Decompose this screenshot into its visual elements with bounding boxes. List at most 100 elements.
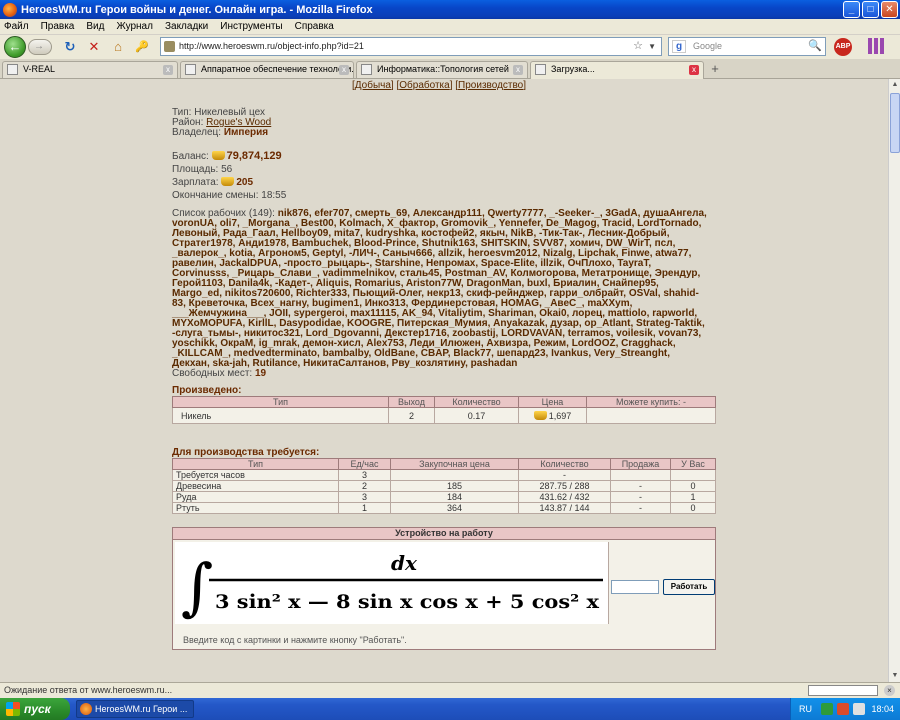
search-icon[interactable]: 🔍 bbox=[808, 38, 822, 55]
tab-close-icon[interactable]: x bbox=[689, 65, 699, 75]
addon-grid-icon[interactable] bbox=[868, 38, 884, 54]
link-production[interactable]: Производство bbox=[458, 80, 523, 91]
link-processing[interactable]: Обработка bbox=[399, 80, 449, 91]
tab-close-icon[interactable]: x bbox=[163, 65, 173, 75]
taskbar: пуск HeroesWM.ru Герои ... RU 18:04 bbox=[0, 698, 900, 720]
tab-informatics[interactable]: Информатика::Топология сетей x bbox=[356, 61, 528, 78]
menu-bookmarks[interactable]: Закладки bbox=[165, 21, 208, 32]
table-row: Ртуть 1 364 143.87 / 144 - 0 bbox=[172, 502, 716, 514]
back-button[interactable]: ← bbox=[4, 36, 26, 58]
object-info: Тип: Никелевый цех Район: Rogue's Wood В… bbox=[172, 108, 271, 138]
adblock-icon[interactable]: ABP bbox=[834, 38, 852, 56]
work-button[interactable]: Работать bbox=[663, 579, 715, 595]
col-qty: Количество bbox=[434, 396, 519, 408]
status-bar: Ожидание ответа от www.heroeswm.ru... × bbox=[0, 682, 900, 698]
search-input[interactable]: g Google 🔍 bbox=[668, 37, 826, 56]
tab-close-icon[interactable]: x bbox=[513, 65, 523, 75]
new-tab-button[interactable]: + bbox=[708, 62, 722, 76]
gold-icon bbox=[211, 151, 225, 160]
minimize-button[interactable]: _ bbox=[843, 1, 860, 18]
cell-sale: - bbox=[610, 491, 671, 503]
cell-price bbox=[390, 469, 519, 481]
workers-list: Список рабочих (149): nik876, efer707, с… bbox=[172, 209, 708, 379]
close-window-button[interactable]: ✕ bbox=[881, 1, 898, 18]
area-value: 56 bbox=[221, 164, 233, 175]
tab-loading[interactable]: Загрузка... x bbox=[530, 61, 704, 79]
workers-names: nik876, efer707, смерть_69, Александр111… bbox=[172, 208, 707, 369]
col-price: Цена bbox=[518, 396, 587, 408]
captcha-code-input[interactable] bbox=[611, 580, 659, 594]
volume-icon[interactable] bbox=[853, 703, 865, 715]
start-label: пуск bbox=[24, 702, 51, 716]
url-dropdown-icon[interactable]: ▼ bbox=[648, 38, 656, 55]
object-links: [Добыча] [Обработка] [Производство] bbox=[352, 80, 527, 91]
tab-vreal[interactable]: V-REAL x bbox=[2, 61, 178, 78]
cell-price: 364 bbox=[390, 502, 519, 514]
window-titlebar: HeroesWM.ru Герои войны и денег. Онлайн … bbox=[0, 0, 900, 19]
cell-have: 0 bbox=[670, 480, 716, 492]
url-text: http://www.heroeswm.ru/object-info.php?i… bbox=[179, 41, 364, 51]
google-icon[interactable]: g bbox=[672, 40, 686, 53]
maximize-button[interactable]: □ bbox=[862, 1, 879, 18]
navigation-toolbar: ← → ↻ ✕ ⌂ 🔑 http://www.heroeswm.ru/objec… bbox=[0, 35, 900, 59]
cell-price: 185 bbox=[390, 480, 519, 492]
status-text: Ожидание ответа от www.heroeswm.ru... bbox=[4, 685, 173, 695]
firefox-icon bbox=[80, 703, 92, 715]
network-icon[interactable] bbox=[821, 703, 833, 715]
page-content: [Добыча] [Обработка] [Производство] Тип:… bbox=[0, 79, 888, 682]
menu-edit[interactable]: Правка bbox=[41, 21, 75, 32]
cell-qty: 431.62 / 432 bbox=[518, 491, 611, 503]
cell-qty: 287.75 / 288 bbox=[518, 480, 611, 492]
vertical-scrollbar[interactable]: ▲ ▼ bbox=[888, 79, 900, 682]
cell-type: Требуется часов bbox=[172, 469, 339, 481]
gold-icon bbox=[533, 410, 547, 420]
cell-type: Древесина bbox=[172, 480, 339, 492]
loading-progress-bar bbox=[808, 685, 878, 696]
captcha-denominator: 3 sin² x — 8 sin x cos x + 5 cos² x bbox=[215, 591, 600, 613]
start-button[interactable]: пуск bbox=[0, 698, 70, 720]
windows-logo-icon bbox=[6, 702, 20, 716]
tab-label: Загрузка... bbox=[551, 64, 595, 74]
status-stop-icon[interactable]: × bbox=[884, 685, 895, 696]
cell-sale bbox=[610, 469, 671, 481]
cell-type: Ртуть bbox=[172, 502, 339, 514]
key-icon[interactable]: 🔑 bbox=[134, 39, 150, 55]
cell-have: 1 bbox=[670, 491, 716, 503]
work-instruction: Введите код с картинки и нажмите кнопку … bbox=[183, 635, 407, 645]
menu-tools[interactable]: Инструменты bbox=[220, 21, 282, 32]
col-have: У Вас bbox=[670, 458, 716, 470]
clock: 18:04 bbox=[871, 704, 894, 714]
taskbar-firefox-item[interactable]: HeroesWM.ru Герои ... bbox=[76, 700, 194, 718]
work-heading: Устройство на работу bbox=[173, 528, 715, 540]
menu-history[interactable]: Журнал bbox=[116, 21, 153, 32]
cell-have bbox=[670, 469, 716, 481]
site-favicon-icon bbox=[164, 41, 175, 52]
cell-price: 1,697 bbox=[518, 407, 587, 424]
forward-button[interactable]: → bbox=[28, 39, 52, 55]
bookmark-star-icon[interactable]: ☆ bbox=[633, 38, 643, 55]
scroll-thumb[interactable] bbox=[890, 93, 900, 153]
menu-view[interactable]: Вид bbox=[86, 21, 104, 32]
stop-icon[interactable]: ✕ bbox=[86, 39, 102, 55]
tab-close-icon[interactable]: x bbox=[339, 65, 349, 75]
tab-hardware[interactable]: Аппаратное обеспечение технологи... x bbox=[180, 61, 354, 78]
home-icon[interactable]: ⌂ bbox=[110, 39, 126, 55]
tab-favicon-icon bbox=[185, 64, 196, 75]
scroll-down-icon[interactable]: ▼ bbox=[890, 670, 900, 682]
tab-favicon-icon bbox=[7, 64, 18, 75]
cell-have: 0 bbox=[670, 502, 716, 514]
address-bar[interactable]: http://www.heroeswm.ru/object-info.php?i… bbox=[160, 37, 662, 56]
captcha-numerator: dx bbox=[391, 551, 418, 575]
cell-rate: 1 bbox=[338, 502, 391, 514]
col-output: Выход bbox=[388, 396, 435, 408]
cell-qty: 0.17 bbox=[434, 407, 519, 424]
owner-label: Владелец: bbox=[172, 127, 222, 138]
scroll-up-icon[interactable]: ▲ bbox=[890, 79, 900, 91]
link-mining[interactable]: Добыча bbox=[355, 80, 391, 91]
menu-file[interactable]: Файл bbox=[4, 21, 29, 32]
antivirus-icon[interactable] bbox=[837, 703, 849, 715]
language-indicator[interactable]: RU bbox=[799, 698, 812, 720]
menu-help[interactable]: Справка bbox=[295, 21, 334, 32]
reload-icon[interactable]: ↻ bbox=[62, 39, 78, 55]
cell-sale: - bbox=[610, 502, 671, 514]
